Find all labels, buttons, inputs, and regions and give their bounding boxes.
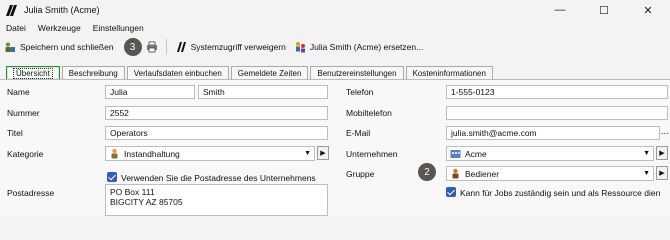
category-label: Kategorie bbox=[7, 149, 44, 159]
callout-badge-2: 2 bbox=[418, 163, 436, 181]
overview-panel: Name Julia Smith Nummer 2552 Titel Opera… bbox=[0, 79, 670, 216]
menu-tools[interactable]: Werkzeuge bbox=[32, 23, 87, 33]
tab-history-booking[interactable]: Verlaufsdaten einbuchen bbox=[126, 66, 229, 79]
tab-description[interactable]: Beschreibung bbox=[61, 66, 125, 79]
menu-bar: Datei Werkzeuge Einstellungen bbox=[0, 20, 670, 36]
group-value: Bediener bbox=[465, 168, 500, 179]
tab-overview-label: Übersicht bbox=[13, 67, 53, 79]
company-select[interactable]: Acme ▼ bbox=[446, 146, 654, 161]
title-field[interactable]: Operators bbox=[105, 126, 328, 140]
menu-file[interactable]: Datei bbox=[0, 23, 32, 33]
mobile-label: Mobiltelefon bbox=[346, 108, 392, 118]
tab-user-settings[interactable]: Benutzereinstellungen bbox=[310, 66, 404, 79]
save-close-label: Speichern und schließen bbox=[20, 42, 114, 52]
window-title: Julia Smith (Acme) bbox=[24, 5, 100, 15]
resource-label: Kann für Jobs zuständig sein und als Res… bbox=[460, 188, 661, 198]
phone-field[interactable]: 1-555-0123 bbox=[446, 85, 668, 99]
app-logo-icon bbox=[6, 4, 18, 16]
resource-checkbox[interactable] bbox=[446, 187, 456, 197]
replace-user-button[interactable]: Julia Smith (Acme) ersetzen... bbox=[290, 37, 427, 57]
close-button[interactable]: ✕ bbox=[626, 0, 670, 20]
postal-line-2: BIGCITY AZ 85705 bbox=[110, 197, 183, 207]
use-company-address-checkbox[interactable] bbox=[107, 172, 117, 182]
number-field[interactable]: 2552 bbox=[105, 106, 328, 120]
number-label: Nummer bbox=[7, 108, 40, 118]
maintenance-person-icon bbox=[109, 148, 120, 159]
mobile-field[interactable] bbox=[446, 106, 668, 120]
window-controls: — ☐ ✕ bbox=[538, 0, 670, 20]
company-label: Unternehmen bbox=[346, 149, 398, 159]
tab-cost-info[interactable]: Kosteninformationen bbox=[405, 66, 493, 79]
postal-address-field[interactable]: PO Box 111 BIGCITY AZ 85705 bbox=[105, 184, 328, 216]
first-name-field[interactable]: Julia bbox=[105, 85, 195, 99]
deny-access-button[interactable]: Systemzugriff verweigern bbox=[171, 37, 290, 57]
phone-label: Telefon bbox=[346, 87, 374, 97]
use-company-address-label: Verwenden Sie die Postadresse des Untern… bbox=[121, 173, 316, 183]
tab-overview[interactable]: Übersicht bbox=[6, 66, 60, 79]
company-building-icon bbox=[450, 148, 461, 159]
category-select[interactable]: Instandhaltung ▼ bbox=[105, 146, 315, 161]
category-open-button[interactable]: ▶ bbox=[317, 146, 329, 160]
print-icon[interactable] bbox=[146, 41, 158, 53]
postal-line-1: PO Box 111 bbox=[110, 187, 155, 197]
title-label: Titel bbox=[7, 128, 23, 138]
operator-person-icon bbox=[450, 168, 461, 179]
save-close-button[interactable]: Speichern und schließen bbox=[0, 37, 118, 57]
title-bar: Julia Smith (Acme) — ☐ ✕ bbox=[0, 0, 670, 20]
chevron-down-icon: ▼ bbox=[643, 170, 650, 177]
category-value: Instandhaltung bbox=[124, 148, 180, 159]
email-field[interactable]: julia.smith@acme.com bbox=[446, 126, 660, 140]
access-deny-icon bbox=[175, 41, 187, 53]
email-more-button[interactable]: ... bbox=[661, 126, 669, 136]
name-label: Name bbox=[7, 87, 30, 97]
deny-access-label: Systemzugriff verweigern bbox=[190, 42, 286, 52]
chevron-down-icon: ▼ bbox=[304, 150, 311, 157]
chevron-down-icon: ▼ bbox=[643, 150, 650, 157]
postal-address-label: Postadresse bbox=[7, 188, 55, 198]
group-open-button[interactable]: ▶ bbox=[656, 166, 668, 180]
toolbar-separator bbox=[165, 39, 167, 55]
callout-badge-3: 3 bbox=[123, 38, 142, 56]
menu-settings[interactable]: Einstellungen bbox=[87, 23, 150, 33]
email-label: E-Mail bbox=[346, 128, 371, 138]
group-label: Gruppe bbox=[346, 169, 375, 179]
replace-user-label: Julia Smith (Acme) ersetzen... bbox=[309, 42, 424, 52]
maximize-button[interactable]: ☐ bbox=[582, 0, 626, 20]
company-open-button[interactable]: ▶ bbox=[656, 146, 668, 160]
tab-strip: Übersicht Beschreibung Verlaufsdaten ein… bbox=[6, 65, 495, 79]
group-select[interactable]: Bediener ▼ bbox=[446, 166, 654, 181]
save-people-icon bbox=[4, 41, 16, 53]
last-name-field[interactable]: Smith bbox=[198, 85, 328, 99]
tab-reported-times[interactable]: Gemeldete Zeiten bbox=[230, 66, 309, 79]
company-value: Acme bbox=[465, 148, 487, 159]
toolbar: Speichern und schließen 3 Systemzugriff … bbox=[0, 36, 670, 58]
replace-user-icon bbox=[294, 41, 306, 53]
minimize-button[interactable]: — bbox=[538, 0, 582, 20]
